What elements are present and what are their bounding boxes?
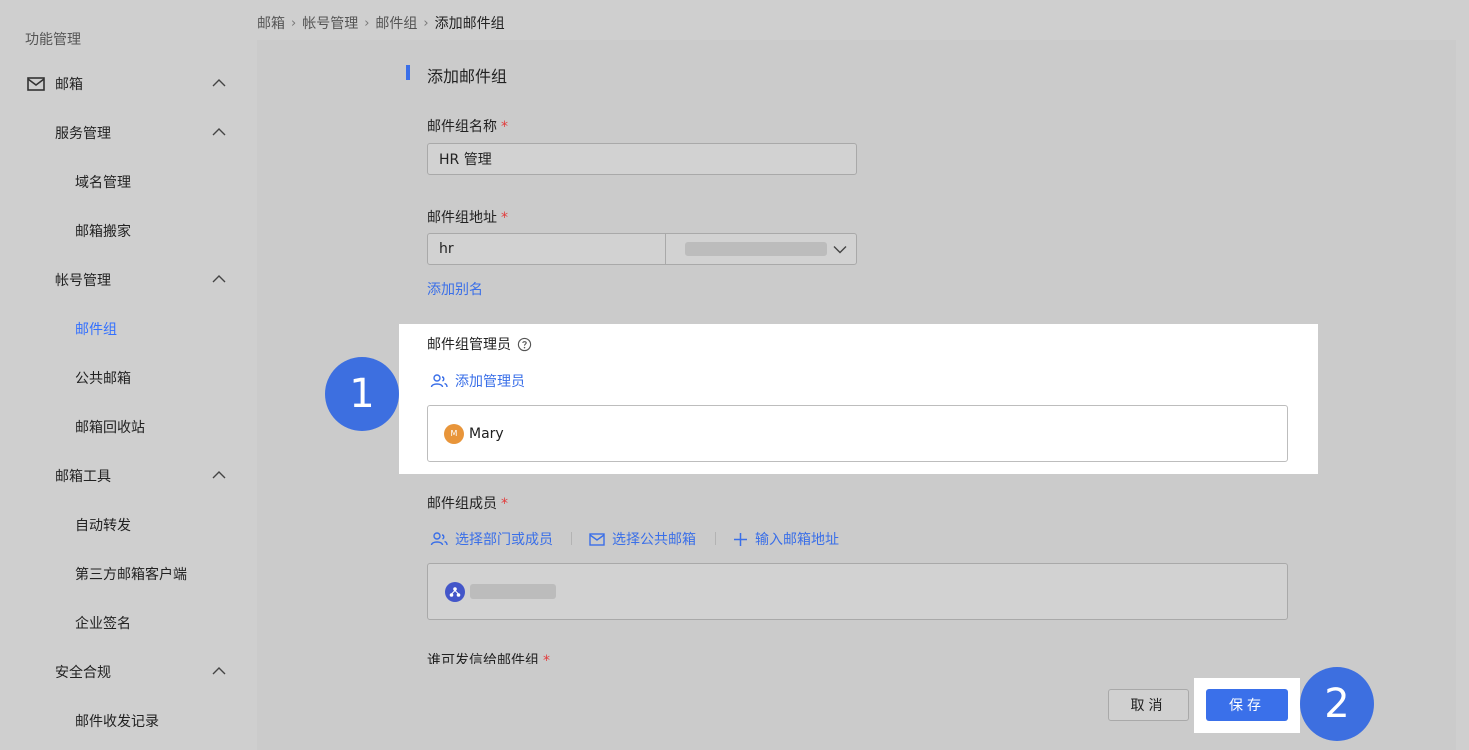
group-address-input[interactable]: hr <box>427 233 666 265</box>
chevron-right-icon: › <box>423 15 429 31</box>
sidebar-item-auto-forward[interactable]: 自动转发 <box>75 515 131 535</box>
group-name-label: 邮件组名称 * <box>427 119 508 135</box>
sidebar-item-third-party-client[interactable]: 第三方邮箱客户端 <box>75 564 187 584</box>
admin-name: Mary <box>469 425 504 442</box>
plus-icon <box>734 532 747 546</box>
required-mark: * <box>501 496 508 512</box>
mail-icon <box>27 77 45 91</box>
chevron-right-icon: › <box>291 15 297 31</box>
breadcrumb-item[interactable]: 邮件组 <box>375 13 417 33</box>
chevron-up-icon[interactable] <box>211 78 227 88</box>
member-list-box[interactable] <box>427 563 1288 620</box>
cancel-button[interactable]: 取消 <box>1108 689 1189 721</box>
step-badge-1: 1 <box>325 357 399 431</box>
chevron-down-icon <box>833 246 847 254</box>
redacted-member-name <box>470 584 556 599</box>
chevron-up-icon[interactable] <box>211 274 227 284</box>
group-address-label: 邮件组地址 * <box>427 210 508 226</box>
sidebar-item-mailbox-move[interactable]: 邮箱搬家 <box>75 221 131 241</box>
add-user-icon <box>430 374 448 388</box>
required-mark: * <box>543 653 550 664</box>
avatar: M <box>444 423 464 444</box>
add-alias-link[interactable]: 添加别名 <box>427 279 483 299</box>
page-title: 添加邮件组 <box>427 67 508 86</box>
enter-address-button[interactable]: 输入邮箱地址 <box>733 529 839 549</box>
mail-icon <box>589 532 605 546</box>
group-name-input[interactable]: HR 管理 <box>427 143 857 175</box>
sidebar-item-label: 邮箱 <box>55 77 83 93</box>
add-user-icon <box>430 532 448 546</box>
sidebar-title: 功能管理 <box>25 32 81 48</box>
breadcrumb-item[interactable]: 邮箱 <box>257 13 285 33</box>
sidebar-item-service-mgmt[interactable]: 服务管理 <box>55 123 111 143</box>
group-members-label: 邮件组成员 * <box>427 496 508 512</box>
divider <box>571 532 572 545</box>
chevron-up-icon[interactable] <box>211 470 227 480</box>
domain-select[interactable] <box>665 233 857 265</box>
sidebar-item-enterprise-signature[interactable]: 企业签名 <box>75 613 131 633</box>
sidebar-item-domain-mgmt[interactable]: 域名管理 <box>75 172 131 192</box>
save-button[interactable]: 保存 <box>1206 689 1288 721</box>
chevron-up-icon[interactable] <box>211 127 227 137</box>
select-dept-label: 选择部门或成员 <box>455 532 553 548</box>
select-dept-button[interactable]: 选择部门或成员 <box>430 529 553 549</box>
breadcrumb-item[interactable]: 帐号管理 <box>302 13 358 33</box>
breadcrumb: 邮箱 › 帐号管理 › 邮件组 › 添加邮件组 <box>257 13 505 33</box>
sidebar-item-mailbox-recycle[interactable]: 邮箱回收站 <box>75 417 145 437</box>
required-mark: * <box>501 210 508 226</box>
sidebar-item-account-mgmt[interactable]: 帐号管理 <box>55 270 111 290</box>
sidebar: 功能管理 邮箱 服务管理 域名管理 邮箱搬家 帐号管理 邮件组 公共邮箱 邮箱回… <box>0 0 257 750</box>
sidebar-item-mail-logs[interactable]: 邮件收发记录 <box>75 711 159 731</box>
select-public-mailbox-button[interactable]: 选择公共邮箱 <box>589 529 696 549</box>
sidebar-item-mailbox[interactable]: 邮箱 <box>27 74 83 94</box>
sidebar-item-mailbox-tools[interactable]: 邮箱工具 <box>55 466 111 486</box>
divider <box>715 532 716 545</box>
add-admin-label: 添加管理员 <box>455 374 525 390</box>
sidebar-item-security-compliance[interactable]: 安全合规 <box>55 662 111 682</box>
admin-list-box[interactable]: M Mary <box>427 405 1288 462</box>
redacted-domain <box>685 242 827 256</box>
add-admin-button[interactable]: 添加管理员 <box>430 371 525 391</box>
required-mark: * <box>501 119 508 135</box>
select-public-label: 选择公共邮箱 <box>612 532 696 548</box>
help-icon[interactable] <box>517 337 532 352</box>
chevron-right-icon: › <box>364 15 370 31</box>
chevron-up-icon[interactable] <box>211 666 227 676</box>
section-accent-bar <box>406 65 410 80</box>
department-icon <box>445 581 465 602</box>
sidebar-item-mail-group[interactable]: 邮件组 <box>75 319 117 339</box>
sidebar-item-public-mailbox[interactable]: 公共邮箱 <box>75 368 131 388</box>
who-can-send-label: 谁可发信给邮件组 * <box>427 652 550 664</box>
group-admin-label: 邮件组管理员 <box>427 334 532 354</box>
breadcrumb-current: 添加邮件组 <box>434 16 505 32</box>
enter-address-label: 输入邮箱地址 <box>755 532 839 548</box>
step-badge-2: 2 <box>1300 667 1374 741</box>
